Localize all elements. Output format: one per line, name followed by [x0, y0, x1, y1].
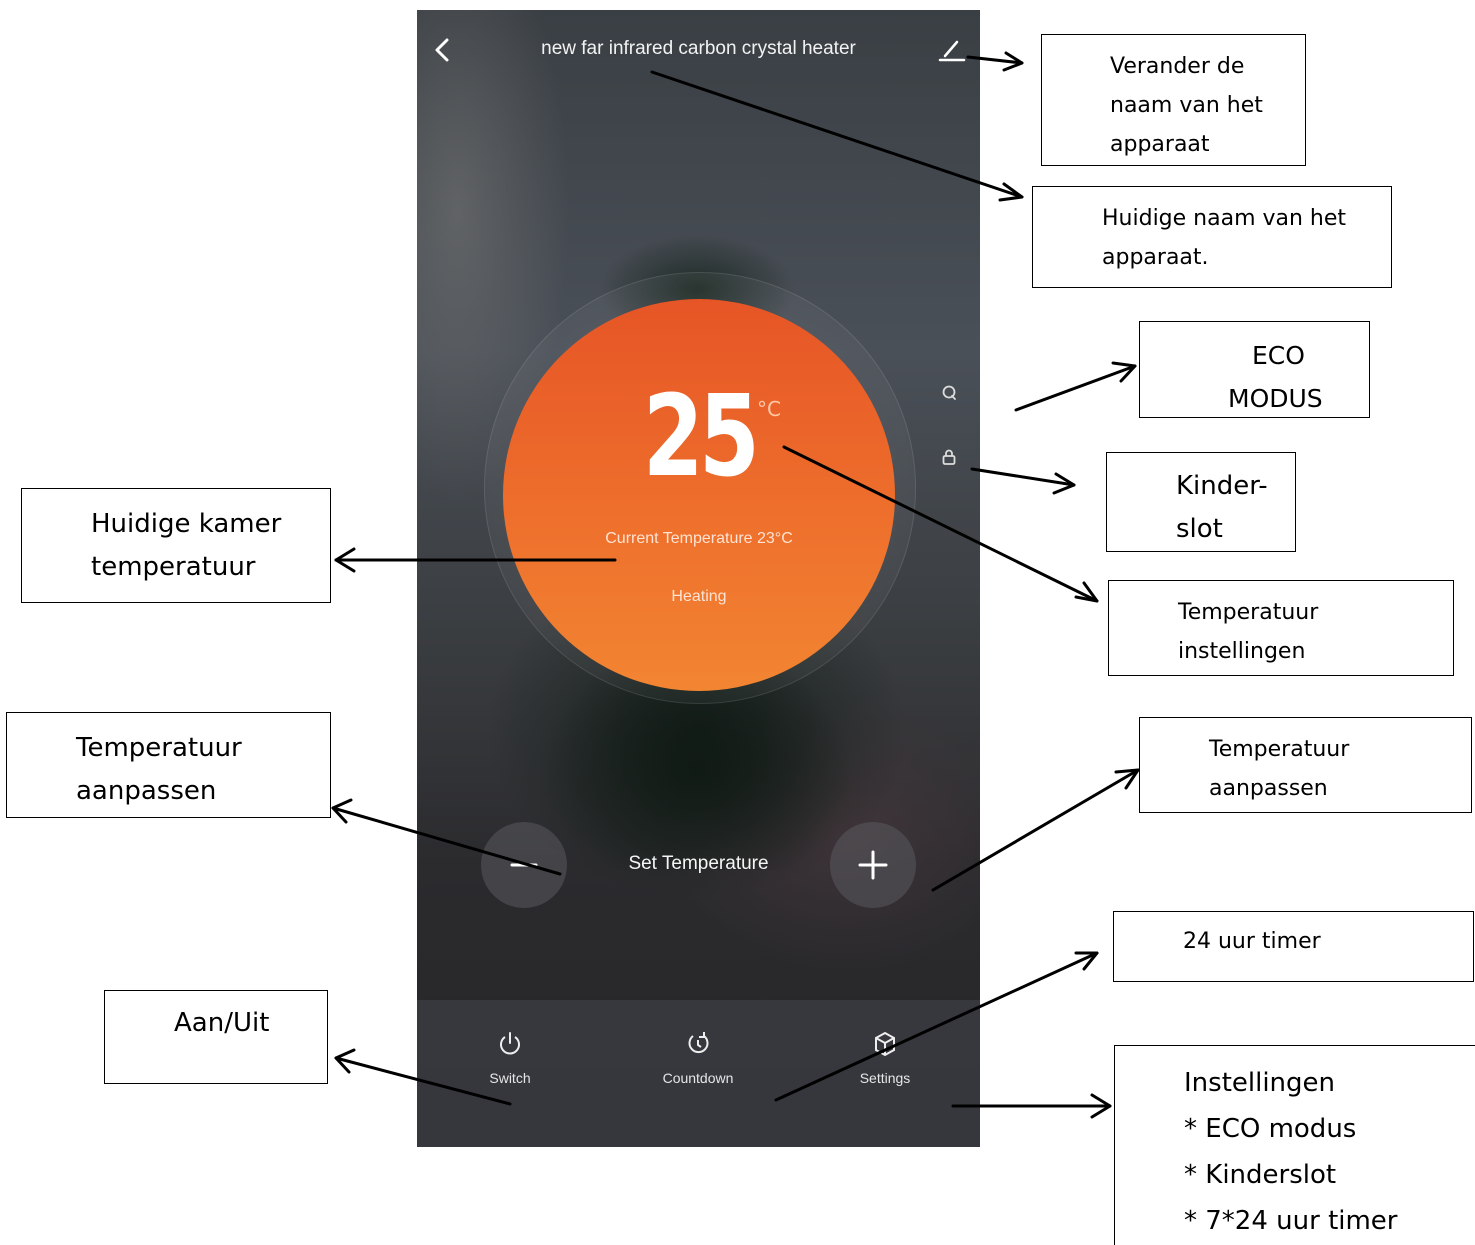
bottom-tab-bar: Switch Countdown Settings [417, 1000, 980, 1147]
annotation-text: Aan/Uit [174, 1008, 270, 1038]
tab-switch[interactable]: Switch [450, 1030, 570, 1086]
annotation-current-name: Huidige naam van het apparaat. [1032, 186, 1392, 288]
tab-switch-label: Switch [489, 1070, 531, 1086]
current-temperature: Current Temperature 23°C [605, 530, 793, 547]
annotation-temperature-settings: Temperatuur instellingen [1108, 580, 1454, 676]
heating-status: Heating [671, 588, 727, 605]
annotation-text: Temperatuur [1209, 737, 1350, 762]
annotation-settings: Instellingen * ECO modus * Kinderslot * … [1114, 1045, 1475, 1245]
temperature-unit: °C [757, 397, 781, 421]
arrow-child-lock [970, 467, 1076, 495]
annotation-text: Verander de [1110, 54, 1245, 79]
annotation-eco: ECO MODUS [1139, 321, 1370, 418]
annotation-text: aanpassen [76, 776, 217, 806]
annotation-power: Aan/Uit [104, 990, 328, 1084]
annotation-settings-title: Instellingen [1184, 1068, 1336, 1098]
tab-settings-label: Settings [859, 1070, 911, 1086]
annotation-text: aanpassen [1209, 776, 1328, 801]
device-name-title: new far infrared carbon crystal heater [541, 38, 856, 59]
annotation-text: naam van het [1110, 93, 1263, 118]
increase-temperature-button[interactable] [830, 822, 916, 908]
annotation-text: temperatuur [91, 552, 256, 582]
arrow-eco [1014, 361, 1137, 412]
eco-mode-icon[interactable] [940, 384, 958, 402]
temperature-dial[interactable]: 25 °C Current Temperature 23°C Heating [503, 299, 895, 691]
tab-countdown-label: Countdown [662, 1070, 734, 1086]
annotation-text: apparaat. [1102, 245, 1209, 270]
annotation-text: Temperatuur [1178, 600, 1319, 625]
tab-settings[interactable]: Settings [825, 1030, 945, 1086]
annotation-adjust-left: Temperatuur aanpassen [6, 712, 331, 818]
annotation-text: 24 uur timer [1183, 929, 1321, 954]
settings-icon [875, 1031, 895, 1057]
annotation-text: apparaat [1110, 132, 1210, 157]
tab-countdown[interactable]: Countdown [638, 1030, 758, 1086]
set-temperature-value: 25 [642, 372, 760, 502]
annotation-adjust-right: Temperatuur aanpassen [1139, 717, 1472, 813]
annotation-settings-item: * 7*24 uur timer [1184, 1206, 1398, 1236]
lock-icon[interactable] [940, 448, 958, 466]
annotation-room-temperature: Huidige kamer temperatuur [21, 488, 331, 603]
countdown-icon [688, 1032, 709, 1054]
annotation-settings-item: * ECO modus [1184, 1114, 1357, 1144]
annotation-text: instellingen [1178, 639, 1306, 664]
annotation-text: Temperatuur [76, 733, 242, 763]
power-icon [500, 1032, 520, 1055]
annotation-text: MODUS [1228, 384, 1323, 413]
phone-screen: new far infrared carbon crystal heater 2… [417, 10, 980, 1147]
annotation-child-lock: Kinder- slot [1106, 452, 1296, 552]
annotation-text: Huidige naam van het [1102, 206, 1347, 231]
annotation-text: ECO [1252, 341, 1305, 370]
annotation-settings-item: * Kinderslot [1184, 1160, 1337, 1190]
annotation-text: slot [1176, 514, 1223, 544]
edit-pencil-icon[interactable] [937, 36, 967, 64]
annotation-timer: 24 uur timer [1113, 911, 1474, 982]
plus-icon [858, 850, 888, 880]
annotation-text: Huidige kamer [91, 509, 282, 539]
annotation-rename: Verander de naam van het apparaat [1041, 34, 1306, 166]
annotation-text: Kinder- [1176, 471, 1268, 501]
